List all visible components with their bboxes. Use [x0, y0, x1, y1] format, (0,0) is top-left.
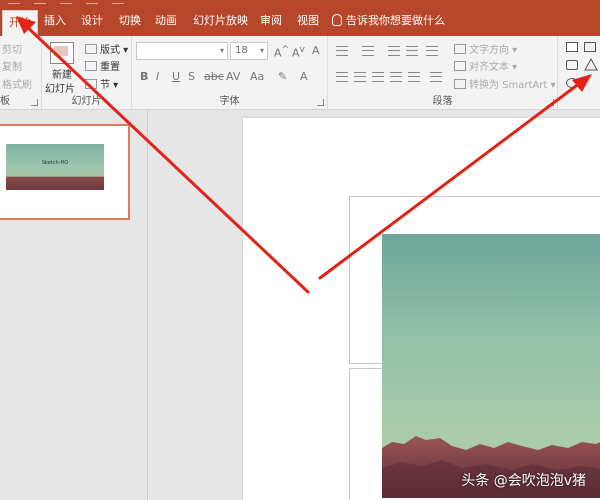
watermark: 头条 @会吹泡泡v猪	[461, 473, 586, 489]
align-right-icon[interactable]	[372, 72, 384, 82]
slide-editor	[150, 110, 600, 500]
align-center-icon[interactable]	[354, 72, 366, 82]
highlight-icon[interactable]: ✎	[278, 70, 287, 83]
font-size-value: 18	[235, 45, 248, 56]
text-direction-icon	[454, 44, 466, 54]
ribbon-tab-bar: 开始 插入 设计 切换 动画 幻灯片放映 审阅 视图 告诉我你想要做什么	[0, 6, 600, 36]
slides-group: 新建 幻灯片 版式 ▾ 重置 节 ▾ 幻灯片	[42, 36, 132, 110]
increase-indent-icon[interactable]	[406, 46, 418, 56]
align-text-button[interactable]: 对齐文本 ▾	[454, 58, 517, 73]
textbox-shape-icon[interactable]	[566, 42, 578, 52]
section-button[interactable]: 节 ▾	[85, 76, 118, 91]
tab-transitions[interactable]: 切换	[113, 6, 147, 36]
quick-access-button[interactable]	[34, 0, 46, 4]
lightbulb-icon	[332, 14, 342, 26]
dialog-launcher-icon[interactable]	[317, 99, 324, 106]
underline-button[interactable]: U	[172, 70, 180, 83]
distributed-icon[interactable]	[408, 72, 420, 82]
smartart-icon	[454, 79, 466, 89]
triangle-shape-icon[interactable]	[584, 58, 598, 71]
tell-me-text: 告诉我你想要做什么	[346, 14, 445, 27]
strikethrough-button[interactable]: abc	[204, 70, 224, 83]
line-spacing-icon[interactable]	[426, 46, 438, 56]
paragraph-group: 文字方向 ▾ 对齐文本 ▾ 转换为 SmartArt ▾ 段落	[328, 36, 558, 110]
new-slide-icon[interactable]	[50, 42, 74, 64]
cut-button[interactable]: 剪切	[2, 41, 22, 56]
format-painter-button[interactable]: 格式刷	[2, 76, 32, 91]
dialog-launcher-icon[interactable]	[31, 99, 38, 106]
font-color-button[interactable]: A	[300, 70, 308, 83]
tab-view[interactable]: 视图	[291, 6, 325, 36]
quick-access-button[interactable]	[112, 0, 124, 4]
clipboard-group: 剪切 复制 格式刷 板	[0, 36, 42, 110]
tab-animations[interactable]: 动画	[149, 6, 183, 36]
clear-format-icon[interactable]: A	[312, 44, 320, 57]
justify-icon[interactable]	[390, 72, 402, 82]
bullets-icon[interactable]	[336, 46, 348, 56]
text-direction-button[interactable]: 文字方向 ▾	[454, 41, 517, 56]
quick-access-button[interactable]	[8, 0, 20, 4]
tab-design[interactable]: 设计	[75, 6, 109, 36]
shadow-button[interactable]: S	[188, 70, 195, 83]
smartart-button[interactable]: 转换为 SmartArt ▾	[454, 76, 556, 91]
paragraph-group-label: 段落	[432, 96, 453, 107]
slide-thumbnail-pane: Sketch-HO	[0, 110, 148, 500]
shapes-gallery[interactable]	[562, 36, 600, 110]
italic-button[interactable]: I	[156, 70, 159, 83]
align-left-icon[interactable]	[336, 72, 348, 82]
font-name-combo[interactable]: ▾	[136, 42, 228, 60]
reset-button[interactable]: 重置	[85, 58, 120, 73]
font-group-label: 字体	[219, 96, 240, 107]
slide-thumbnail[interactable]: Sketch-HO	[0, 124, 130, 220]
font-group: ▾ 18 ▾ A^ Av A B I U S abc AV Aa ✎ A 字体	[132, 36, 328, 110]
columns-icon[interactable]	[430, 72, 442, 82]
font-size-combo[interactable]: 18 ▾	[230, 42, 268, 60]
textbox-shape-icon[interactable]	[584, 42, 596, 52]
slide-canvas[interactable]	[243, 118, 600, 500]
section-icon	[85, 79, 97, 89]
layout-icon	[85, 44, 97, 54]
quick-access-button[interactable]	[60, 0, 72, 4]
quick-access-button[interactable]	[86, 0, 98, 4]
numbering-icon[interactable]	[362, 46, 374, 56]
dialog-launcher-icon[interactable]	[547, 99, 554, 106]
tab-home[interactable]: 开始	[2, 10, 38, 36]
slides-group-label: 幻灯片	[71, 96, 102, 107]
decrease-indent-icon[interactable]	[388, 46, 400, 56]
bold-button[interactable]: B	[140, 70, 148, 83]
new-slide-button-line1[interactable]: 新建	[52, 66, 72, 81]
rounded-rectangle-shape-icon[interactable]	[566, 60, 578, 70]
shrink-font-button[interactable]: Av	[292, 44, 305, 60]
oval-shape-icon[interactable]	[566, 78, 578, 88]
grow-font-button[interactable]: A^	[274, 44, 289, 60]
thumbnail-image: Sketch-HO	[6, 144, 104, 190]
tab-insert[interactable]: 插入	[38, 6, 72, 36]
tab-slideshow[interactable]: 幻灯片放映	[187, 6, 254, 36]
tab-review[interactable]: 审阅	[254, 6, 288, 36]
copy-button[interactable]: 复制	[2, 58, 22, 73]
char-spacing-button[interactable]: AV	[226, 70, 240, 83]
align-text-icon	[454, 61, 466, 71]
reset-icon	[85, 61, 97, 71]
change-case-button[interactable]: Aa	[250, 70, 264, 83]
tell-me-search[interactable]: 告诉我你想要做什么	[332, 6, 445, 36]
landscape-photo[interactable]	[382, 234, 600, 498]
ribbon: 剪切 复制 格式刷 板 新建 幻灯片 版式 ▾ 重置 节 ▾ 幻灯片 ▾ 18 ▾…	[0, 36, 600, 110]
thumbnail-title-text: Sketch-HO	[41, 160, 69, 166]
layout-button[interactable]: 版式 ▾	[85, 41, 128, 56]
